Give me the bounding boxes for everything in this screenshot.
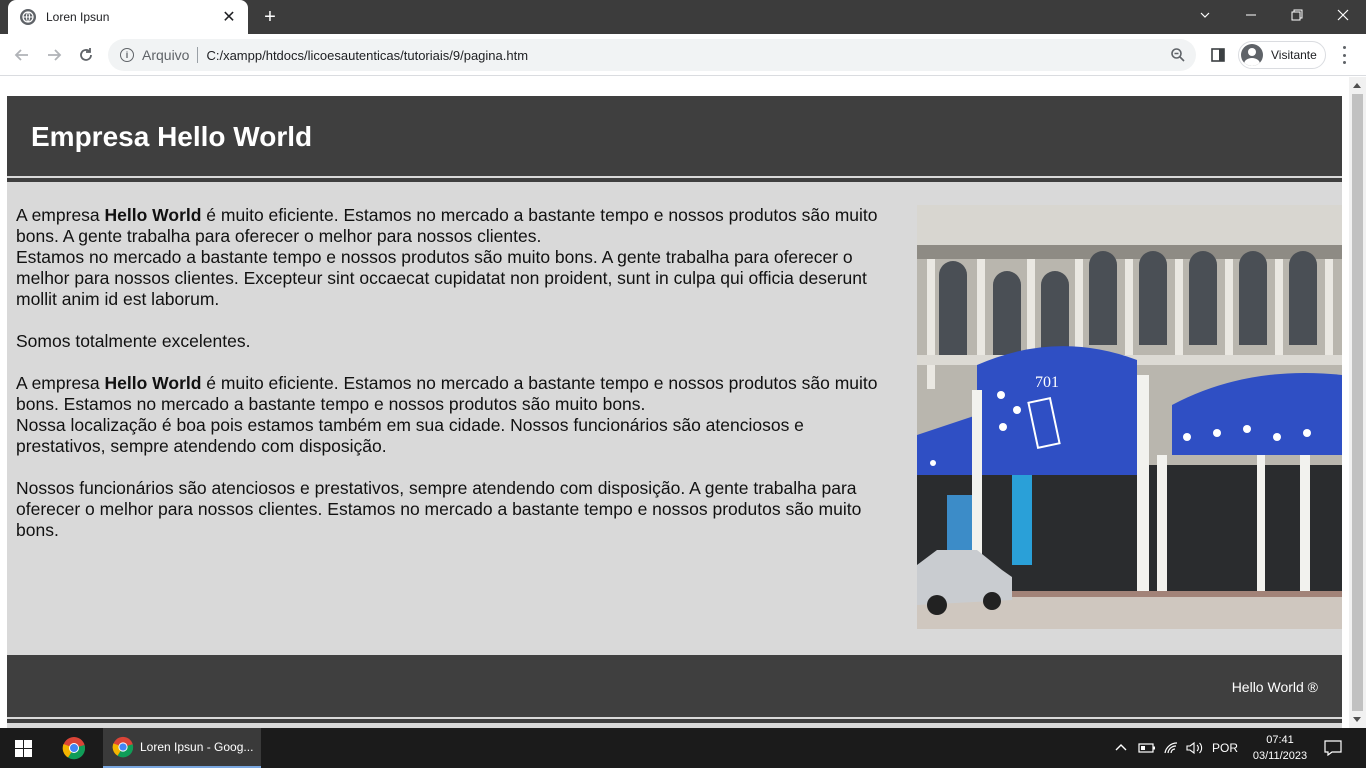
page-title: Empresa Hello World	[31, 121, 313, 152]
restore-icon[interactable]	[1274, 0, 1320, 30]
browser-tab[interactable]: Loren Ipsun ✕	[8, 0, 248, 34]
windows-taskbar: Loren Ipsun - Goog... POR 07:41 03/11/20…	[0, 728, 1366, 768]
header-divider	[7, 178, 1342, 182]
forward-arrow-icon[interactable]	[41, 42, 67, 68]
company-name: Hello World	[104, 373, 202, 393]
awning-number: 701	[1035, 374, 1059, 391]
scrollbar-thumb[interactable]	[1352, 94, 1363, 711]
system-clock[interactable]: 07:41 03/11/2023	[1250, 732, 1310, 764]
taskbar-app-title: Loren Ipsun - Goog...	[140, 740, 254, 754]
zoom-icon[interactable]	[1170, 47, 1186, 63]
footer-text: Hello World ®	[1231, 679, 1318, 695]
page-container: Empresa Hello World A empresa Hello Worl…	[7, 96, 1342, 728]
notifications-icon[interactable]	[1324, 728, 1342, 768]
site-header: Empresa Hello World	[7, 96, 1342, 176]
close-window-icon[interactable]	[1320, 0, 1366, 30]
page-viewport: Empresa Hello World A empresa Hello Worl…	[0, 77, 1349, 728]
windows-start-icon[interactable]	[15, 740, 32, 757]
scroll-down-icon[interactable]	[1353, 717, 1361, 722]
more-menu-icon[interactable]	[1336, 46, 1352, 64]
clock-time: 07:41	[1266, 734, 1294, 746]
address-bar[interactable]: i Arquivo C:/xampp/htdocs/licoesautentic…	[108, 39, 1196, 71]
storefront-photo: 701	[917, 205, 1342, 629]
chrome-icon	[112, 736, 134, 758]
paragraph-4: Nossos funcionários são atenciosos e pre…	[16, 478, 862, 540]
scheme-label: Arquivo	[142, 47, 190, 63]
side-panel-icon[interactable]	[1210, 47, 1226, 63]
profile-button[interactable]: Visitante	[1238, 41, 1326, 69]
globe-icon	[20, 9, 36, 25]
wifi-icon[interactable]	[1163, 728, 1179, 768]
footer-divider	[7, 719, 1342, 723]
volume-icon[interactable]	[1186, 728, 1204, 768]
language-indicator[interactable]: POR	[1212, 728, 1238, 768]
minimize-icon[interactable]	[1228, 0, 1274, 30]
browser-tab-strip: Loren Ipsun ✕ +	[0, 0, 1366, 34]
url-text[interactable]: C:/xampp/htdocs/licoesautenticas/tutoria…	[206, 48, 528, 63]
taskbar-chrome-window[interactable]: Loren Ipsun - Goog...	[103, 728, 261, 768]
new-tab-button[interactable]: +	[258, 6, 282, 28]
vertical-scrollbar[interactable]	[1349, 77, 1366, 728]
scroll-up-icon[interactable]	[1353, 83, 1361, 88]
main-content: A empresa Hello World é muito eficiente.…	[16, 205, 896, 562]
profile-name: Visitante	[1271, 48, 1317, 62]
company-name: Hello World	[104, 205, 202, 225]
avatar	[1241, 44, 1263, 66]
tab-title: Loren Ipsun	[46, 10, 110, 24]
battery-icon[interactable]	[1138, 728, 1156, 768]
paragraph-1: A empresa Hello World é muito eficiente.…	[16, 205, 878, 309]
close-tab-icon[interactable]: ✕	[220, 7, 238, 27]
site-footer: Hello World ®	[7, 655, 1342, 717]
address-separator	[197, 47, 199, 63]
reload-icon[interactable]	[73, 42, 99, 68]
info-icon[interactable]: i	[120, 48, 134, 62]
paragraph-3: A empresa Hello World é muito eficiente.…	[16, 373, 878, 456]
clock-date: 03/11/2023	[1252, 750, 1308, 762]
browser-toolbar: i Arquivo C:/xampp/htdocs/licoesautentic…	[0, 34, 1366, 76]
tab-search-icon[interactable]	[1182, 0, 1228, 30]
back-arrow-icon[interactable]	[9, 42, 35, 68]
paragraph-2: Somos totalmente excelentes.	[16, 331, 251, 351]
chrome-icon[interactable]	[62, 736, 86, 760]
chevron-up-icon[interactable]	[1114, 728, 1128, 768]
